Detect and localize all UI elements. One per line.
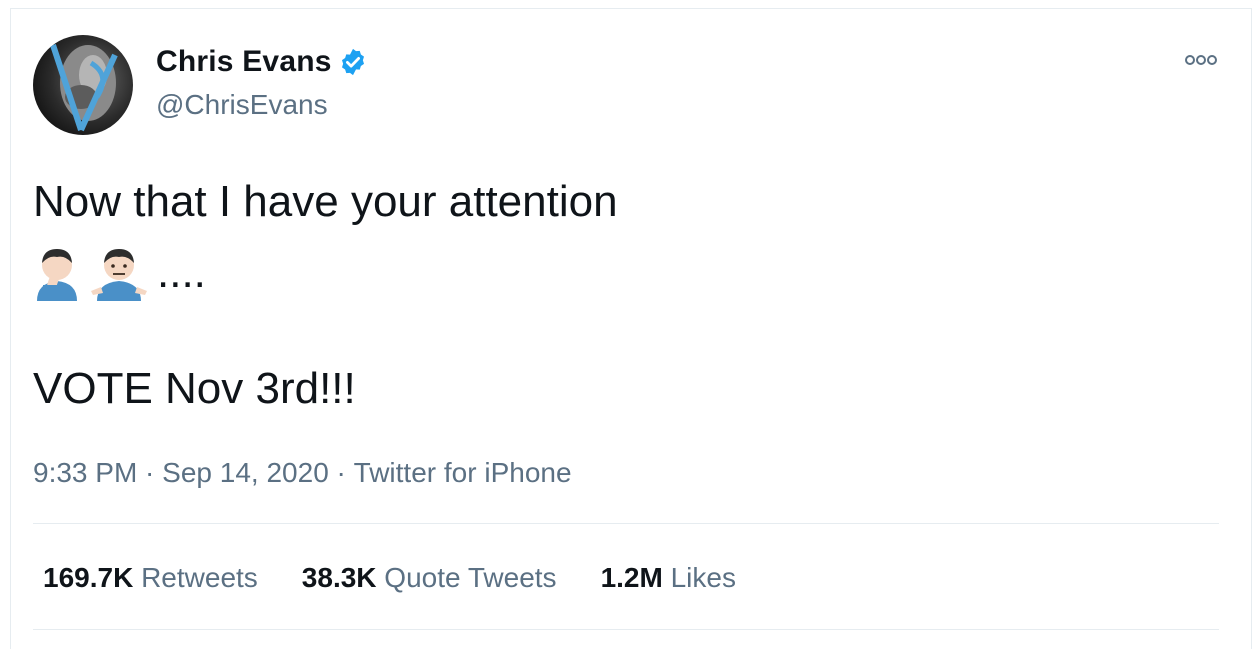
stat-count: 169.7K xyxy=(43,562,134,593)
stat-likes[interactable]: 1.2M Likes xyxy=(601,562,736,594)
tweet-card: Chris Evans @ChrisEvans Now that I have … xyxy=(10,8,1252,649)
tweet-emoji-row: .... xyxy=(33,241,206,301)
meta-separator: · xyxy=(328,457,354,488)
tweet-stats: 169.7K Retweets 38.3K Quote Tweets 1.2M … xyxy=(43,562,780,594)
tweet-ellipsis: .... xyxy=(157,248,206,297)
tweet-time[interactable]: 9:33 PM xyxy=(33,457,137,489)
author-display-name[interactable]: Chris Evans xyxy=(156,45,332,79)
author-name-row[interactable]: Chris Evans xyxy=(156,45,368,79)
avatar[interactable] xyxy=(33,35,133,135)
stat-count: 38.3K xyxy=(301,562,377,593)
divider xyxy=(33,523,1219,524)
meta-separator: · xyxy=(137,457,163,488)
tweet-text-line2: VOTE Nov 3rd!!! xyxy=(33,364,356,413)
stat-label: Likes xyxy=(670,562,736,593)
stat-quote-tweets[interactable]: 38.3K Quote Tweets xyxy=(302,562,557,594)
tweet-date[interactable]: Sep 14, 2020 xyxy=(162,457,329,489)
stat-label: Retweets xyxy=(141,562,258,593)
shrug-emoji xyxy=(91,249,147,301)
tweet-meta: 9:33 PM · Sep 14, 2020 · Twitter for iPh… xyxy=(33,457,572,489)
face-palm-emoji xyxy=(37,249,77,301)
divider xyxy=(33,629,1219,630)
tweet-text-line1: Now that I have your attention xyxy=(33,177,618,226)
tweet-source[interactable]: Twitter for iPhone xyxy=(354,457,572,489)
more-options-icon[interactable] xyxy=(1181,49,1221,71)
verified-badge-icon xyxy=(341,48,364,76)
stat-retweets[interactable]: 169.7K Retweets xyxy=(43,562,258,594)
author-handle[interactable]: @ChrisEvans xyxy=(156,89,328,121)
stat-label: Quote Tweets xyxy=(384,562,557,593)
stat-count: 1.2M xyxy=(600,562,663,593)
